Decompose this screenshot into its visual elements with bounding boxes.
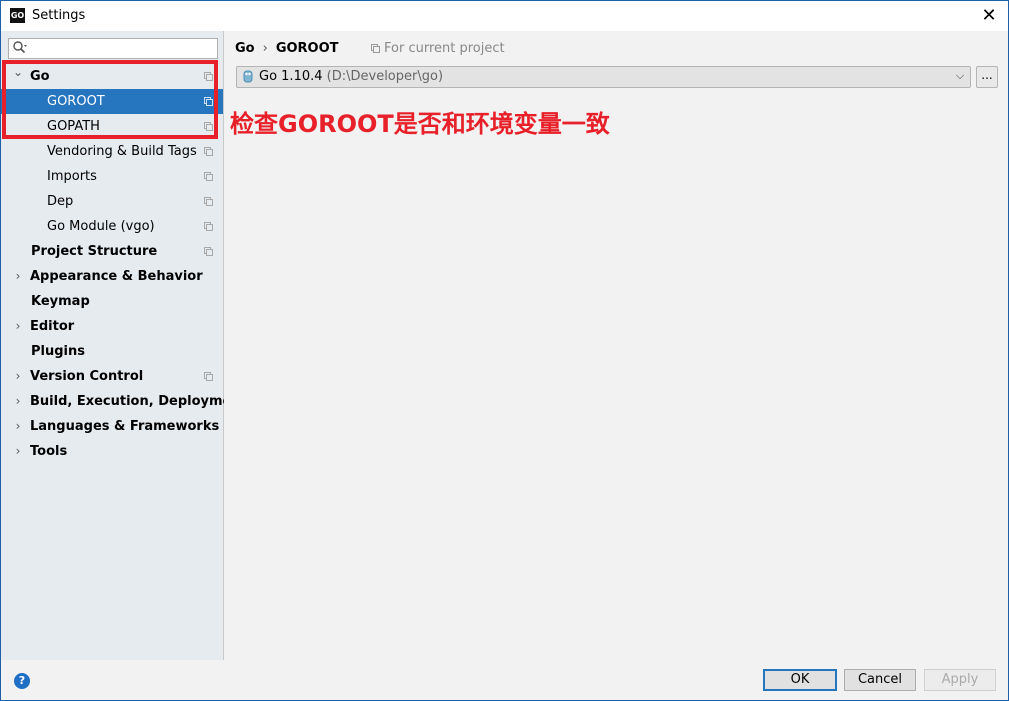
project-scope-icon [204, 372, 213, 381]
dialog-footer: ? OK Cancel Apply [1, 660, 1008, 700]
breadcrumb-item-goroot: GOROOT [275, 41, 339, 56]
goroot-sdk-dropdown[interactable]: Go 1.10.4 (D:\Developer\go) ⌵ [236, 66, 971, 88]
goland-app-icon: GO [10, 8, 25, 23]
sidebar-item-build-execution-deployment[interactable]: › Build, Execution, Deployment [1, 389, 247, 414]
sidebar-item-label: Plugins [31, 344, 85, 359]
chevron-right-icon[interactable]: › [12, 439, 24, 464]
gopher-sdk-icon [243, 70, 253, 83]
sidebar-item-label: Version Control [30, 369, 144, 384]
chevron-right-icon[interactable]: › [12, 364, 24, 389]
sidebar-item-label: Imports [47, 169, 97, 184]
annotation-highlight-box [2, 60, 218, 139]
project-scope-icon [204, 147, 213, 156]
sidebar-item-label: Keymap [31, 294, 90, 309]
sidebar-item-label: Go Module (vgo) [47, 219, 155, 234]
ok-button[interactable]: OK [763, 669, 837, 691]
project-scope-icon [371, 44, 380, 53]
close-button[interactable]: ✕ [978, 5, 1000, 27]
chevron-right-icon[interactable]: › [12, 264, 24, 289]
sidebar-item-label: Project Structure [31, 244, 158, 259]
sidebar-item-label: Tools [30, 444, 68, 459]
chevron-right-icon[interactable]: › [12, 414, 24, 439]
sidebar-item-languages-frameworks[interactable]: › Languages & Frameworks [1, 414, 223, 439]
scope-label: For current project [384, 41, 505, 56]
browse-sdk-button[interactable]: ... [976, 66, 998, 88]
sdk-name: Go 1.10.4 [259, 69, 323, 84]
project-scope-icon [204, 222, 213, 231]
settings-search-input[interactable] [8, 38, 218, 59]
project-scope-icon [204, 197, 213, 206]
sidebar-item-label: Languages & Frameworks [30, 419, 220, 434]
breadcrumb-separator: › [262, 41, 268, 56]
sdk-selection: Go 1.10.4 (D:\Developer\go) [259, 69, 443, 84]
cancel-button[interactable]: Cancel [844, 669, 916, 691]
project-scope-icon [204, 247, 213, 256]
sidebar-item-label: Dep [47, 194, 74, 209]
sidebar-item-project-structure[interactable]: Project Structure [1, 239, 223, 264]
sidebar-item-label: Build, Execution, Deployment [30, 394, 247, 409]
sidebar-item-go-module-vgo[interactable]: Go Module (vgo) [1, 214, 223, 239]
chevron-right-icon[interactable]: › [12, 314, 24, 339]
sidebar-item-label: Appearance & Behavior [30, 269, 203, 284]
chevron-down-icon: ⌵ [955, 69, 965, 82]
breadcrumb: Go › GOROOT [235, 41, 339, 56]
help-button[interactable]: ? [14, 673, 30, 689]
project-scope-icon [204, 172, 213, 181]
window-title: Settings [32, 8, 86, 23]
sidebar-item-keymap[interactable]: Keymap [1, 289, 223, 314]
title-bar: GO Settings ✕ [1, 1, 1008, 31]
breadcrumb-item-go: Go [235, 41, 255, 56]
sdk-path: (D:\Developer\go) [326, 69, 444, 84]
settings-window: GO Settings ✕ ⌄ Go GOROOT GOPATH Vendoring &… [0, 0, 1009, 701]
sidebar-item-editor[interactable]: › Editor [1, 314, 223, 339]
apply-button[interactable]: Apply [924, 669, 996, 691]
sidebar-item-version-control[interactable]: › Version Control [1, 364, 223, 389]
sidebar-item-appearance-behavior[interactable]: › Appearance & Behavior [1, 264, 223, 289]
sidebar-item-label: Editor [30, 319, 75, 334]
chevron-right-icon[interactable]: › [12, 389, 24, 414]
annotation-text: 检查GOROOT是否和环境变量一致 [230, 110, 610, 138]
sidebar-item-dep[interactable]: Dep [1, 189, 223, 214]
sidebar-item-vendoring-build-tags[interactable]: Vendoring & Build Tags [1, 139, 223, 164]
search-icon [13, 41, 27, 54]
sidebar-item-label: Vendoring & Build Tags [47, 144, 197, 159]
sidebar-item-tools[interactable]: › Tools [1, 439, 223, 464]
sidebar-item-imports[interactable]: Imports [1, 164, 223, 189]
sidebar-item-plugins[interactable]: Plugins [1, 339, 223, 364]
